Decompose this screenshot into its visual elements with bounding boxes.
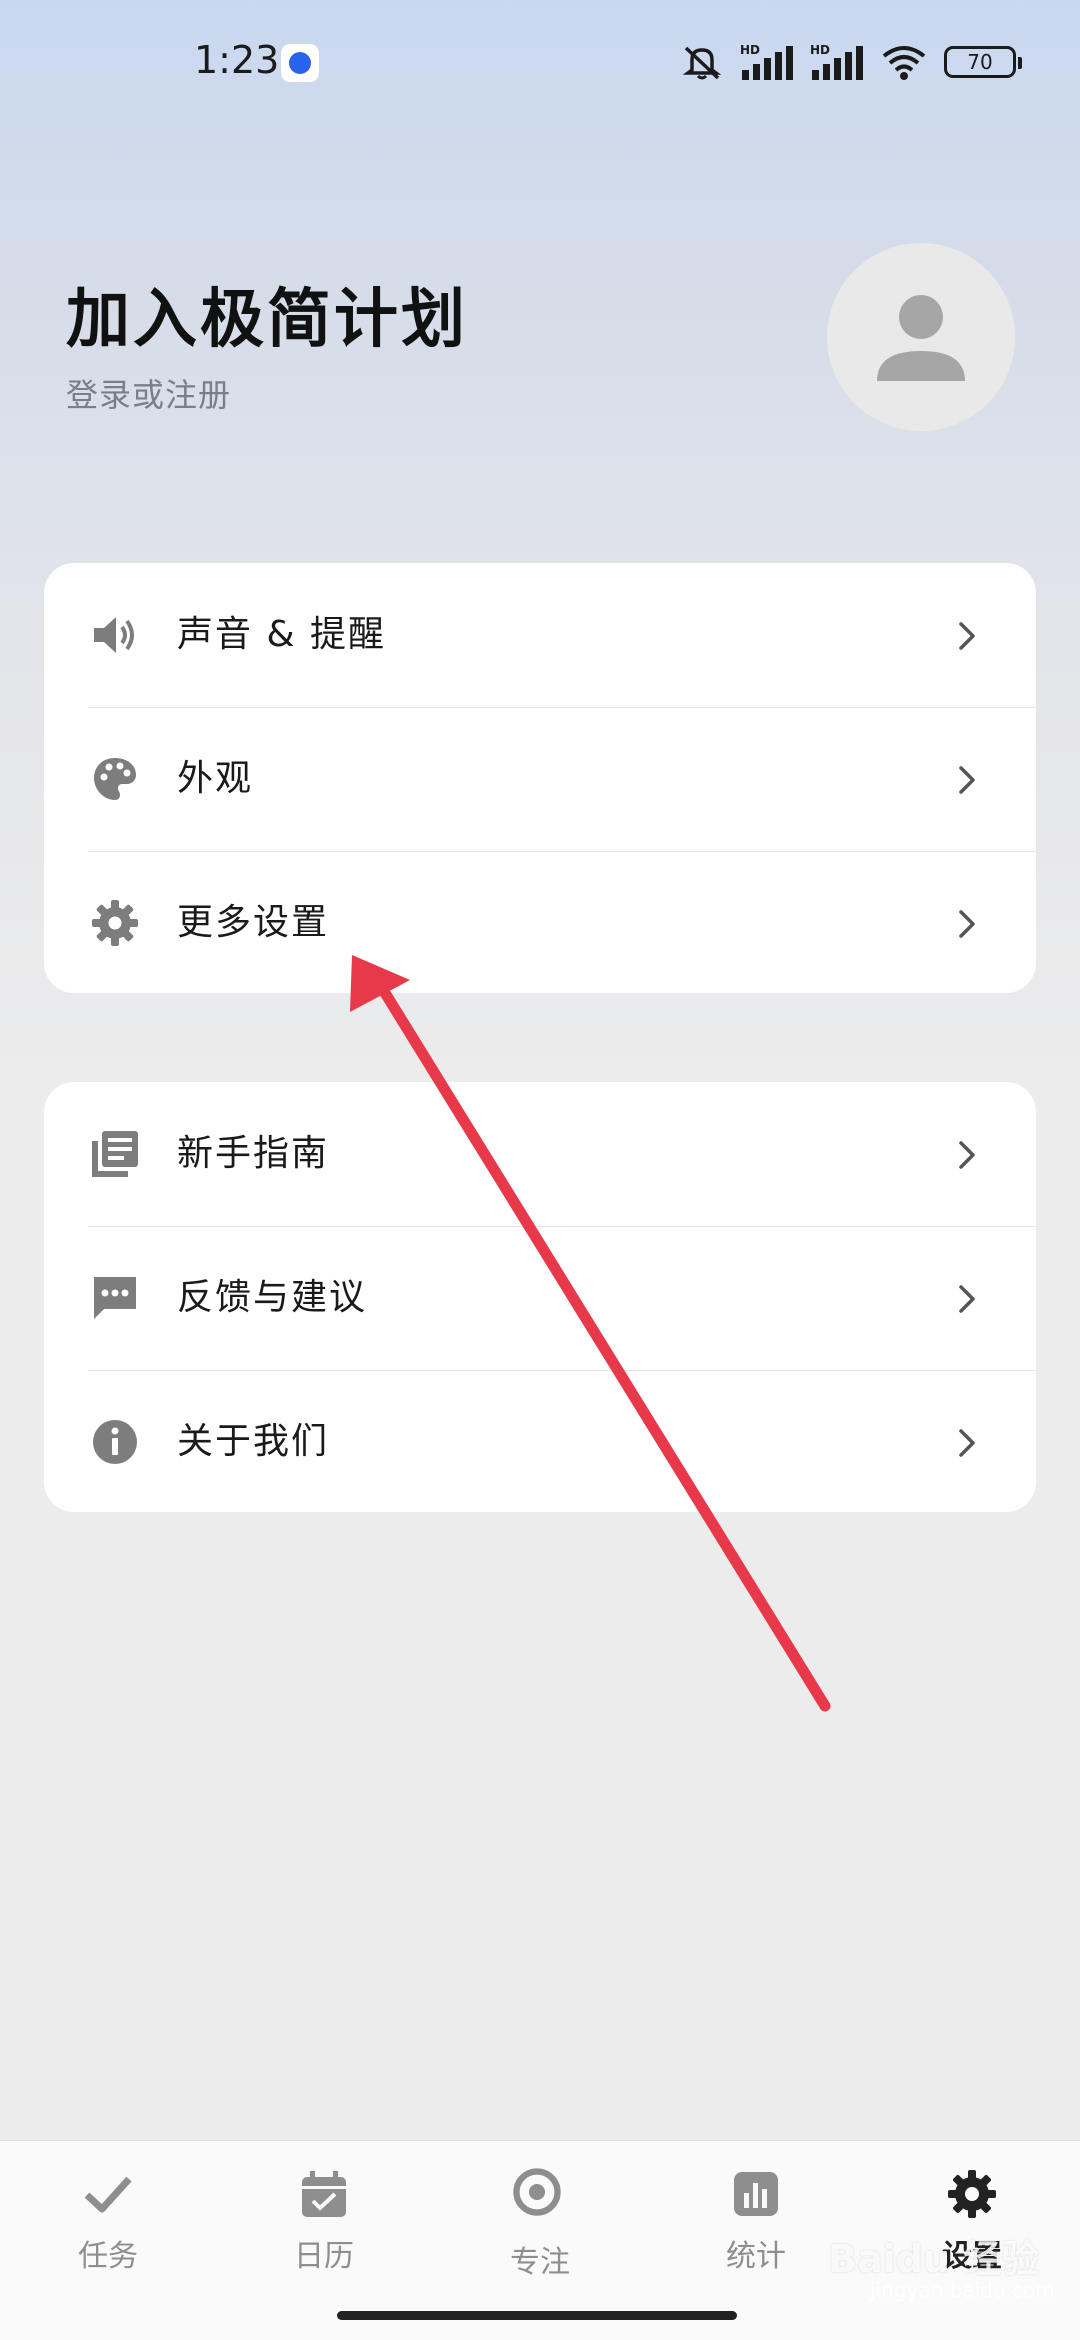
stats-icon — [734, 2172, 778, 2216]
nav-tab-stats[interactable]: 统计 — [676, 2169, 836, 2279]
home-indicator[interactable] — [337, 2311, 737, 2320]
annotation-arrow — [350, 955, 831, 1712]
nav-tab-focus[interactable]: 专注 — [460, 2168, 620, 2280]
nav-tab-label: 日历 — [294, 2239, 354, 2274]
watermark: Baidu 经验 — [828, 2237, 1040, 2281]
calendar-icon — [302, 2171, 346, 2217]
focus-icon — [513, 2168, 561, 2216]
nav-tab-label: 任务 — [78, 2239, 138, 2274]
nav-tab-label: 专注 — [510, 2245, 570, 2280]
watermark-url: jingyan.baidu.com — [870, 2278, 1055, 2302]
nav-tab-calendar[interactable]: 日历 — [244, 2169, 404, 2279]
nav-tab-label: 统计 — [726, 2239, 786, 2274]
gear-icon — [948, 2170, 996, 2218]
check-icon — [84, 2176, 132, 2213]
nav-tab-tasks[interactable]: 任务 — [28, 2169, 188, 2279]
